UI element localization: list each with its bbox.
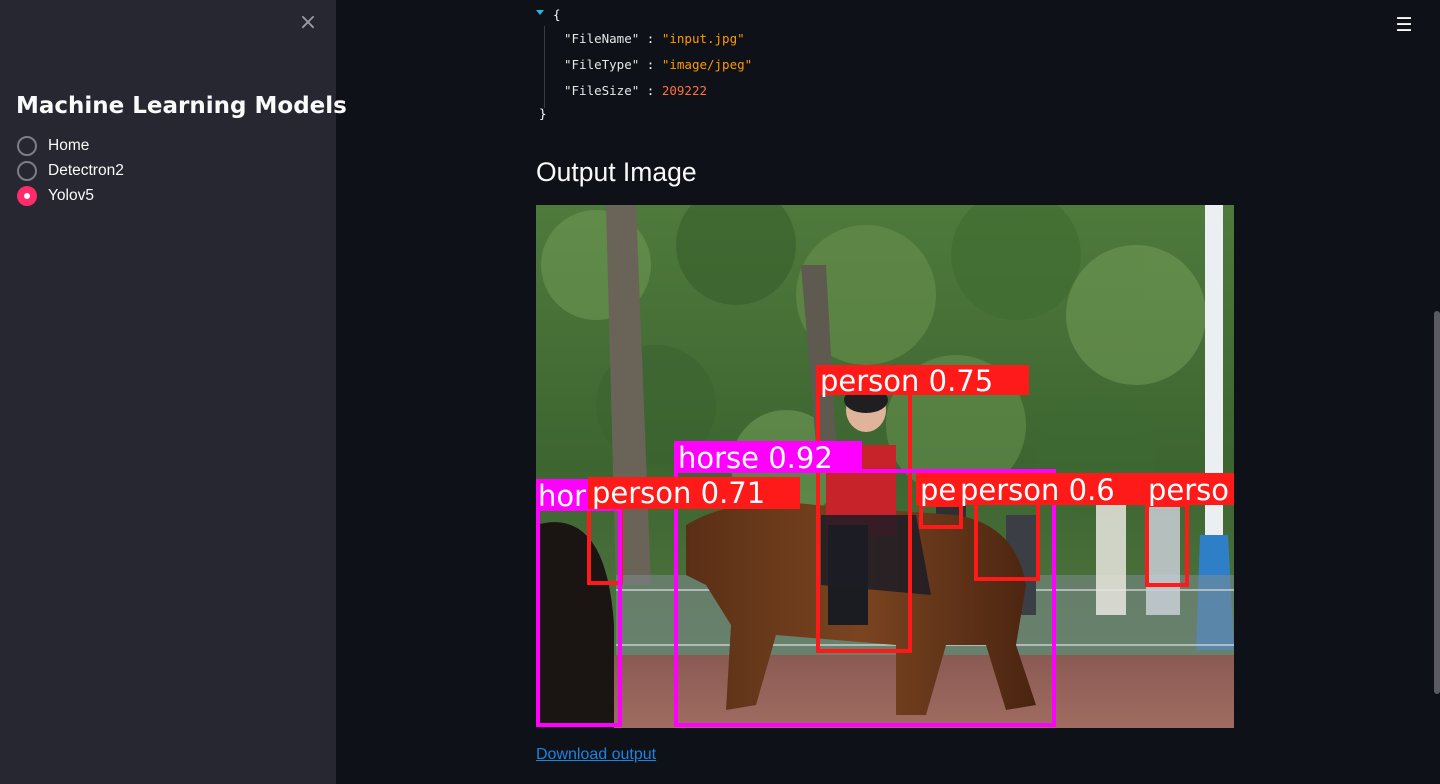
json-entry-filesize: "FileSize" : 209222 [564,83,707,98]
json-value: 209222 [661,83,707,98]
json-indent-guide [544,26,545,108]
json-separator: : [639,57,662,72]
radio-option-detectron2[interactable]: Detectron2 [17,158,124,183]
scrollbar-thumb[interactable] [1434,311,1440,694]
sidebar: × Machine Learning Models Home Detectron… [0,0,347,784]
detection-label-horse-092: horse 0.92 [678,441,833,475]
radio-button-icon[interactable] [17,160,37,181]
radio-button-icon[interactable] [17,135,37,156]
detection-label-pe: pe [920,473,956,507]
json-close-brace: } [539,106,547,121]
detection-label-person-075: person 0.75 [820,364,993,398]
detection-label-hor: hor [538,479,586,513]
json-key: "FileSize" [564,83,640,98]
output-image: person 0.75 horse 0.92 hor person 0.71 p… [536,205,1234,728]
detection-label-perso: perso [1148,473,1229,507]
json-key: "FileName" [564,31,640,46]
close-sidebar-icon[interactable]: × [298,12,318,34]
radio-option-home[interactable]: Home [17,133,124,158]
collapse-caret-icon[interactable] [536,10,544,15]
download-output-link[interactable]: Download output [536,746,656,764]
model-radio-group: Home Detectron2 Yolov5 [17,133,124,208]
hamburger-menu-icon[interactable]: ☰ [1394,14,1414,36]
detection-label-person-06: person 0.6 [960,473,1115,507]
detection-label-person-071: person 0.71 [592,476,765,510]
json-entry-filename: "FileName" : "input.jpg" [564,31,745,46]
output-image-title: Output Image [536,157,697,187]
radio-label: Yolov5 [48,186,94,204]
radio-label: Detectron2 [48,161,124,179]
radio-option-yolov5[interactable]: Yolov5 [17,183,124,208]
json-value: "image/jpeg" [661,57,753,72]
radio-label: Home [48,136,90,154]
json-separator: : [639,83,662,98]
sidebar-title: Machine Learning Models [16,93,347,119]
json-entry-filetype: "FileType" : "image/jpeg" [564,57,752,72]
json-key: "FileType" [564,57,640,72]
json-value: "input.jpg" [661,31,745,46]
radio-button-selected-icon[interactable] [17,185,37,206]
json-open-brace: { [553,7,561,22]
json-separator: : [639,31,662,46]
